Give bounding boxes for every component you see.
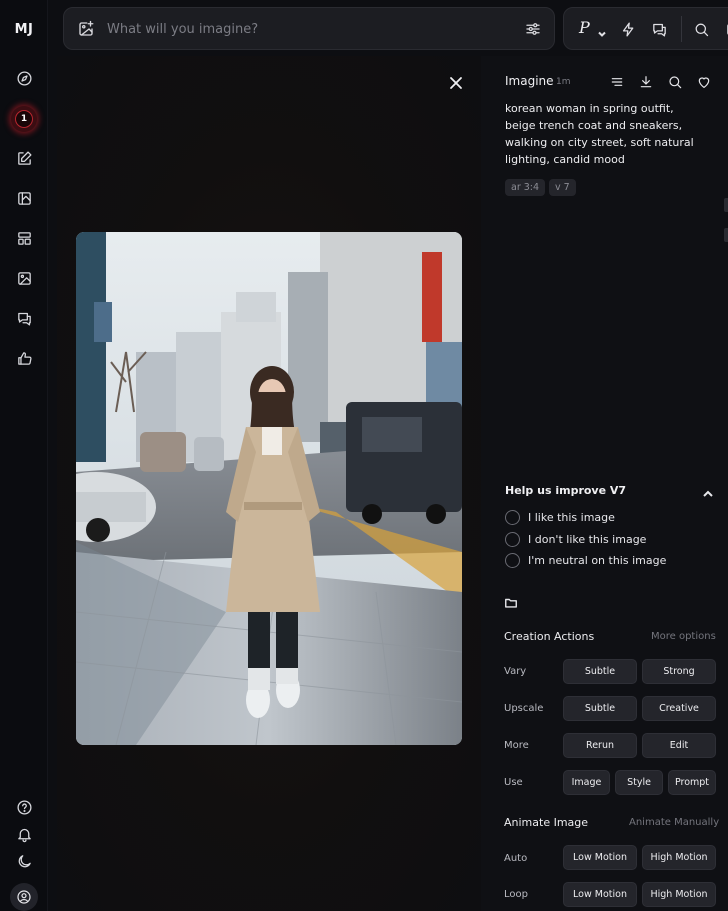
search-icon[interactable] <box>667 74 683 90</box>
prompt-text[interactable]: korean woman in spring outfit, beige tre… <box>505 100 695 168</box>
badge-count: 1 <box>15 110 33 128</box>
feedback-dislike[interactable]: I don't like this image <box>505 531 646 547</box>
heart-icon[interactable] <box>696 74 712 90</box>
feedback-option-label: I like this image <box>528 510 615 524</box>
auto-high-motion-button[interactable]: High Motion <box>642 845 716 870</box>
chat-icon[interactable] <box>650 20 668 38</box>
lightning-icon[interactable] <box>619 20 637 38</box>
feedback-neutral[interactable]: I'm neutral on this image <box>505 552 666 568</box>
param-chip[interactable]: v 7 <box>549 179 576 196</box>
more-label: More <box>504 740 529 751</box>
rerun-button[interactable]: Rerun <box>563 733 637 758</box>
more-options-link[interactable]: More options <box>651 631 716 642</box>
edge-handle[interactable] <box>724 228 728 242</box>
use-image-button[interactable]: Image <box>563 770 610 795</box>
account-icon[interactable] <box>10 883 38 911</box>
vary-label: Vary <box>504 666 527 677</box>
radio-button[interactable] <box>505 531 520 547</box>
sidebar: MJ 1 <box>0 0 48 911</box>
chevron-up-icon[interactable] <box>702 485 714 497</box>
feedback-title: Help us improve V7 <box>505 484 627 497</box>
radio-button[interactable] <box>505 552 520 568</box>
loop-high-motion-button[interactable]: High Motion <box>642 882 716 907</box>
upscale-label: Upscale <box>504 703 544 714</box>
auto-low-motion-button[interactable]: Low Motion <box>563 845 637 870</box>
window-icon[interactable] <box>724 20 728 38</box>
edit-icon[interactable] <box>12 146 36 170</box>
use-style-button[interactable]: Style <box>615 770 663 795</box>
moon-icon[interactable] <box>12 849 36 873</box>
animate-manually-link[interactable]: Animate Manually <box>629 817 719 828</box>
layout-icon[interactable] <box>12 226 36 250</box>
loop-low-motion-button[interactable]: Low Motion <box>563 882 637 907</box>
top-toolbar: P <box>563 7 728 50</box>
list-icon[interactable] <box>609 74 625 90</box>
upscale-creative-button[interactable]: Creative <box>642 696 716 721</box>
vary-strong-button[interactable]: Strong <box>642 659 716 684</box>
loop-label: Loop <box>504 889 528 900</box>
prompt-bar <box>63 7 555 50</box>
compass-icon[interactable] <box>12 66 36 90</box>
job-time: 1m <box>556 77 571 87</box>
generated-image[interactable] <box>76 232 462 745</box>
profile-selector[interactable]: P <box>579 18 590 37</box>
app-logo[interactable]: MJ <box>0 22 48 37</box>
auto-label: Auto <box>504 853 528 864</box>
thumbs-up-icon[interactable] <box>12 346 36 370</box>
bell-icon[interactable] <box>12 822 36 846</box>
toolbar-divider <box>681 16 682 42</box>
image-icon[interactable] <box>12 266 36 290</box>
chat-icon[interactable] <box>12 306 36 330</box>
use-prompt-button[interactable]: Prompt <box>668 770 716 795</box>
image-edit-icon[interactable] <box>12 186 36 210</box>
edge-handle[interactable] <box>724 198 728 212</box>
creation-actions-title: Creation Actions <box>504 630 595 643</box>
feedback-option-label: I'm neutral on this image <box>528 553 667 567</box>
folder-icon[interactable] <box>504 595 518 609</box>
feedback-option-label: I don't like this image <box>528 532 647 546</box>
job-title: Imagine <box>505 74 554 88</box>
radio-button[interactable] <box>505 509 520 525</box>
notification-badge[interactable]: 1 <box>11 106 37 132</box>
animate-title: Animate Image <box>504 816 589 829</box>
prompt-input[interactable] <box>107 17 507 41</box>
close-icon[interactable] <box>447 74 465 92</box>
param-chip[interactable]: ar 3:4 <box>505 179 546 196</box>
download-icon[interactable] <box>638 74 654 90</box>
feedback-like[interactable]: I like this image <box>505 509 615 525</box>
search-icon[interactable] <box>692 20 710 38</box>
settings-sliders-icon[interactable] <box>524 20 542 38</box>
edit-button[interactable]: Edit <box>642 733 716 758</box>
upscale-subtle-button[interactable]: Subtle <box>563 696 637 721</box>
vary-subtle-button[interactable]: Subtle <box>563 659 637 684</box>
chevron-down-icon[interactable] <box>597 24 607 37</box>
help-icon[interactable] <box>12 795 36 819</box>
use-label: Use <box>504 777 523 788</box>
add-image-icon[interactable] <box>77 20 95 38</box>
